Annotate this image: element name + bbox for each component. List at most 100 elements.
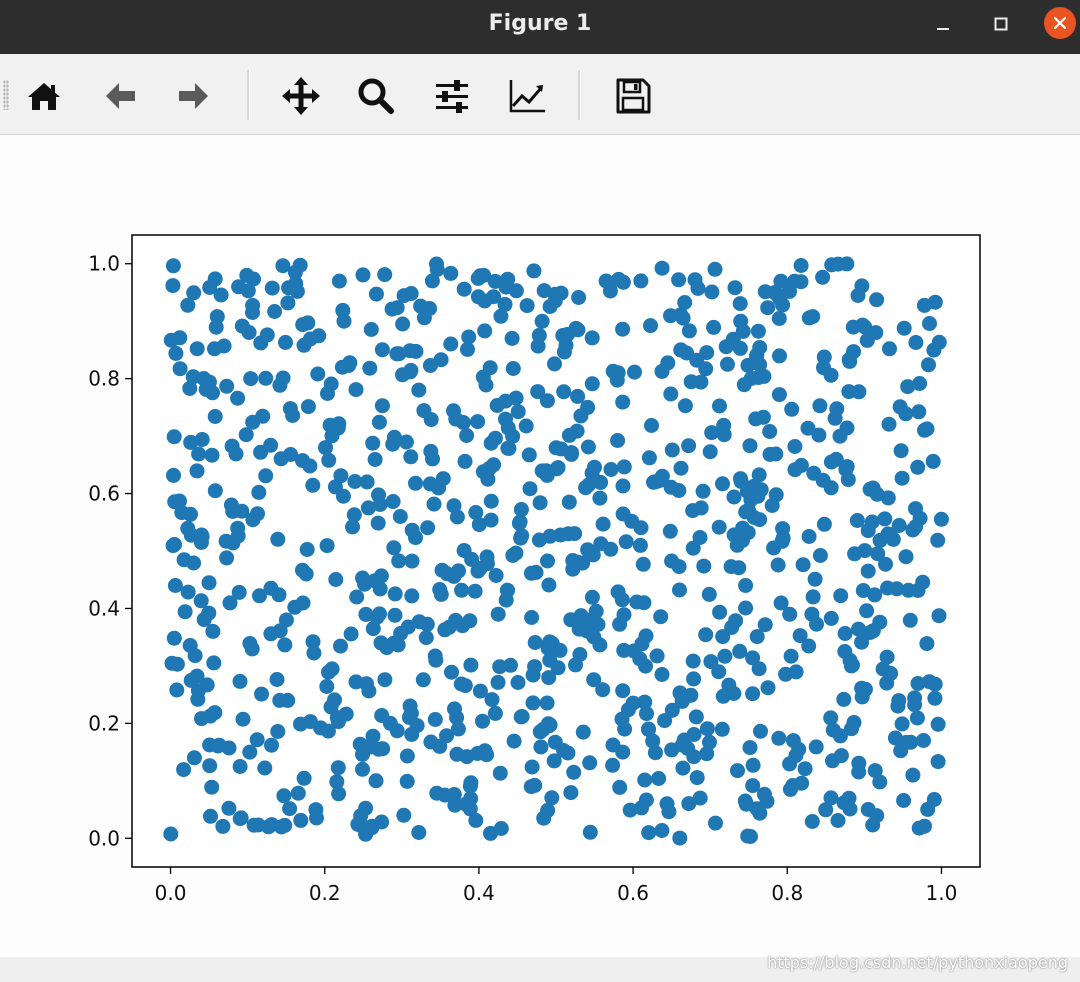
scatter-point (825, 722, 841, 738)
scatter-point (704, 284, 720, 300)
scatter-point (793, 258, 809, 273)
pan-button[interactable] (277, 72, 325, 120)
scatter-point (462, 778, 478, 794)
scatter-point (415, 672, 431, 688)
watermark: https://blog.csdn.net/pythonxiaopeng (767, 953, 1068, 972)
scatter-point (553, 527, 568, 543)
scatter-point (334, 359, 350, 375)
scatter-point (259, 327, 275, 343)
scatter-point (377, 267, 393, 283)
scatter-point (552, 642, 568, 658)
scatter-point (467, 583, 483, 599)
scatter-point (500, 271, 516, 287)
scatter-point (686, 727, 702, 742)
scatter-point (372, 581, 388, 597)
scatter-point (788, 748, 804, 763)
back-button[interactable] (96, 72, 144, 120)
scatter-point (925, 453, 941, 469)
scatter-point (753, 723, 768, 739)
scatter-point (823, 610, 839, 626)
scatter-point (605, 363, 621, 379)
scatter-point (411, 825, 427, 840)
scatter-point (912, 510, 928, 526)
scatter-point (664, 442, 680, 458)
scatter-point (372, 606, 387, 622)
scatter-chart[interactable]: 0.0 0.2 0.4 0.6 0.8 1.0 0.0 0.2 0.4 0.6 0.8 1.0 (0, 135, 1080, 957)
scatter-point (893, 443, 909, 459)
scatter-point (531, 327, 547, 343)
home-button[interactable] (20, 72, 68, 120)
scatter-point (492, 659, 508, 675)
maximize-button[interactable] (986, 9, 1016, 39)
customize-button[interactable] (503, 72, 551, 120)
scatter-point (745, 778, 761, 794)
scatter-point (716, 427, 732, 443)
scatter-point (894, 470, 910, 486)
x-tick-label: 1.0 (926, 881, 958, 905)
scatter-point (868, 325, 884, 341)
scatter-point (675, 310, 691, 326)
scatter-point (757, 617, 773, 633)
scatter-point (818, 802, 834, 818)
scatter-point (423, 443, 439, 459)
scatter-point (280, 295, 296, 311)
scatter-point (662, 523, 678, 539)
scatter-point (180, 520, 196, 536)
scatter-point (295, 317, 311, 333)
figure-canvas[interactable]: 0.0 0.2 0.4 0.6 0.8 1.0 0.0 0.2 0.4 0.6 0.8 1.0 (0, 135, 1080, 957)
sliders-icon (436, 80, 468, 113)
scatter-point (896, 320, 912, 336)
scatter-point (355, 746, 370, 762)
scatter-point (629, 594, 645, 610)
scatter-point (433, 586, 449, 602)
y-tick-label: 1.0 (88, 252, 120, 276)
scatter-point (203, 808, 218, 824)
scatter-point (772, 348, 787, 364)
scatter-point (570, 322, 586, 338)
scatter-point (204, 779, 220, 795)
scatter-point (783, 648, 799, 664)
scatter-point (244, 641, 260, 657)
scatter-point (536, 283, 552, 299)
scatter-point (295, 595, 311, 611)
close-button[interactable] (1044, 7, 1076, 39)
scatter-point (404, 553, 420, 569)
scatter-point (270, 724, 286, 739)
minimize-button[interactable] (928, 9, 958, 39)
scatter-point (836, 691, 852, 707)
scatter-point (539, 695, 555, 711)
save-button[interactable] (609, 72, 657, 120)
scatter-point (891, 693, 907, 709)
scatter-point (865, 623, 881, 639)
scatter-point (525, 695, 541, 711)
scatter-point (349, 589, 365, 605)
scatter-point (829, 401, 845, 417)
scatter-point (443, 265, 459, 281)
scatter-point (459, 428, 475, 443)
scatter-point (176, 552, 192, 568)
scatter-point (483, 493, 499, 509)
scatter-point (733, 471, 748, 487)
y-tick-label: 0.0 (88, 826, 120, 850)
scatter-point (686, 671, 702, 687)
scatter-point (625, 695, 641, 711)
scatter-point (854, 634, 870, 650)
scatter-point (168, 345, 184, 361)
scatter-point (726, 489, 742, 505)
scatter-point (395, 316, 411, 332)
subplots-button[interactable] (428, 72, 476, 120)
scatter-point (432, 738, 448, 754)
scatter-point (202, 708, 218, 724)
scatter-point (752, 805, 768, 821)
scatter-point (752, 512, 768, 528)
scatter-point (374, 398, 390, 414)
scatter-point (859, 603, 875, 619)
scatter-point (644, 418, 659, 433)
forward-button[interactable] (170, 72, 218, 120)
scatter-point (257, 760, 273, 776)
scatter-point (615, 321, 631, 337)
zoom-button[interactable] (352, 72, 400, 120)
scatter-point (637, 772, 653, 788)
toolbar-grip[interactable] (3, 80, 9, 110)
scatter-point (295, 562, 310, 578)
